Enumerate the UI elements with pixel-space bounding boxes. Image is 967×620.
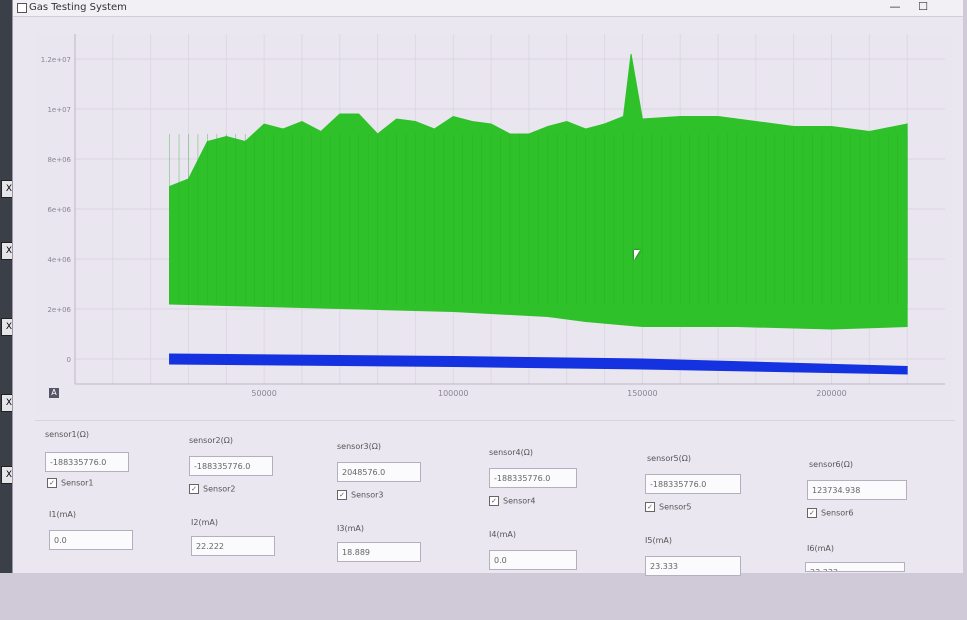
- window-title: Gas Testing System: [29, 2, 127, 13]
- current1-label: I1(mA): [49, 510, 76, 519]
- y-tick-label: 8e+06: [47, 156, 71, 164]
- title-bar: Gas Testing System — ☐: [13, 0, 963, 17]
- sensor2-resistance-label: sensor2(Ω): [189, 436, 233, 445]
- mouse-cursor-icon: [634, 250, 640, 260]
- chart-svg: 1.2e+07 1e+07 8e+06 6e+06 4e+06 2e+06 0 50000 10…: [41, 34, 945, 398]
- y-tick-label: 4e+06: [47, 256, 71, 264]
- panel-divider: [35, 420, 955, 421]
- checkbox-box[interactable]: ✓: [189, 484, 199, 494]
- gas-testing-window: Gas Testing System — ☐ 1.2e+07 1e+07 8e+06…: [12, 0, 963, 576]
- sensor3-resistance-label: sensor3(Ω): [337, 442, 381, 451]
- maximize-button[interactable]: ☐: [909, 0, 937, 16]
- sensor6-resistance-field[interactable]: 123734.938: [807, 480, 907, 500]
- y-tick-label: 1e+07: [47, 106, 71, 114]
- x-tick-label: 50000: [251, 389, 276, 398]
- x-tick-label: 200000: [816, 389, 847, 398]
- sensor5-checkbox-label: Sensor5: [659, 502, 692, 512]
- sensor6-checkbox-label: Sensor6: [821, 508, 854, 518]
- sensor3-checkbox-label: Sensor3: [351, 490, 384, 500]
- y-tick-label: 0: [67, 356, 71, 364]
- sensor5-checkbox[interactable]: ✓ Sensor5: [645, 502, 692, 512]
- sensor-panel-4: sensor4(Ω) -188335776.0 ✓ Sensor4 I4(mA) …: [487, 448, 657, 608]
- sensor-panel-2: sensor2(Ω) -188335776.0 ✓ Sensor2 I2(mA) …: [187, 436, 357, 596]
- sensor2-checkbox-label: Sensor2: [203, 484, 236, 494]
- plot-area[interactable]: 1.2e+07 1e+07 8e+06 6e+06 4e+06 2e+06 0 50000 10…: [35, 34, 953, 414]
- sensor-panel-6: sensor6(Ω) 123734.938 ✓ Sensor6 I6(mA) 23…: [805, 460, 967, 620]
- current2-label: I2(mA): [191, 518, 218, 527]
- app-icon: [17, 3, 27, 13]
- series-blue-band: [169, 353, 908, 375]
- x-tick-label: 100000: [438, 389, 469, 398]
- auto-range-button[interactable]: A: [49, 388, 59, 398]
- current6-field[interactable]: 23.333: [805, 562, 905, 572]
- current6-label: I6(mA): [807, 544, 834, 553]
- current2-field[interactable]: 22.222: [191, 536, 275, 556]
- current5-label: I5(mA): [645, 536, 672, 545]
- sensor1-resistance-field[interactable]: -188335776.0: [45, 452, 129, 472]
- sensor3-resistance-field[interactable]: 2048576.0: [337, 462, 421, 482]
- sensor4-resistance-field[interactable]: -188335776.0: [489, 468, 577, 488]
- x-tick-label: 150000: [627, 389, 658, 398]
- sensor-panel-3: sensor3(Ω) 2048576.0 ✓ Sensor3 I3(mA) 18.…: [335, 442, 505, 602]
- sensor4-checkbox[interactable]: ✓ Sensor4: [489, 496, 536, 506]
- sensor5-resistance-field[interactable]: -188335776.0: [645, 474, 741, 494]
- current1-field[interactable]: 0.0: [49, 530, 133, 550]
- minimize-button[interactable]: —: [881, 0, 909, 16]
- current5-field[interactable]: 23.333: [645, 556, 741, 576]
- current3-field[interactable]: 18.889: [337, 542, 421, 562]
- sensor2-checkbox[interactable]: ✓ Sensor2: [189, 484, 236, 494]
- y-tick-label: 6e+06: [47, 206, 71, 214]
- checkbox-box[interactable]: ✓: [489, 496, 499, 506]
- sensor5-resistance-label: sensor5(Ω): [647, 454, 691, 463]
- checkbox-box[interactable]: ✓: [337, 490, 347, 500]
- sensor2-resistance-field[interactable]: -188335776.0: [189, 456, 273, 476]
- y-tick-label: 1.2e+07: [41, 56, 71, 64]
- checkbox-box[interactable]: ✓: [645, 502, 655, 512]
- checkbox-box[interactable]: ✓: [807, 508, 817, 518]
- checkbox-box[interactable]: ✓: [47, 478, 57, 488]
- current4-label: I4(mA): [489, 530, 516, 539]
- sensor4-checkbox-label: Sensor4: [503, 496, 536, 506]
- sensor3-checkbox[interactable]: ✓ Sensor3: [337, 490, 384, 500]
- sensor6-checkbox[interactable]: ✓ Sensor6: [807, 508, 854, 518]
- y-tick-label: 2e+06: [47, 306, 71, 314]
- sensor1-checkbox-label: Sensor1: [61, 478, 94, 488]
- current3-label: I3(mA): [337, 524, 364, 533]
- sensor1-checkbox[interactable]: ✓ Sensor1: [47, 478, 94, 488]
- sensor-panel-5: sensor5(Ω) -188335776.0 ✓ Sensor5 I5(mA) …: [643, 454, 813, 614]
- sensor1-resistance-label: sensor1(Ω): [45, 430, 89, 439]
- sensor4-resistance-label: sensor4(Ω): [489, 448, 533, 457]
- sensor6-resistance-label: sensor6(Ω): [809, 460, 853, 469]
- current4-field[interactable]: 0.0: [489, 550, 577, 570]
